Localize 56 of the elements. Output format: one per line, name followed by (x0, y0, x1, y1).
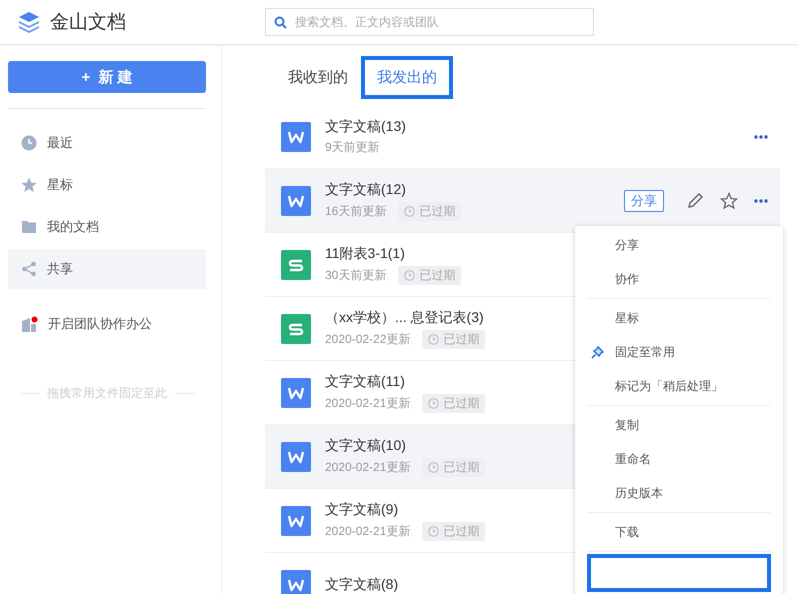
update-time: 9天前更新 (325, 138, 380, 156)
expired-tag: 已过期 (422, 458, 486, 476)
clock-icon (21, 135, 37, 151)
new-button[interactable]: + 新 建 (8, 61, 206, 93)
tab[interactable]: 我发出的 (361, 56, 453, 98)
share-button[interactable]: 分享 (624, 190, 664, 212)
clock-icon (428, 398, 440, 408)
clock-icon (404, 270, 416, 280)
star-icon (21, 177, 37, 193)
update-time: 2020-02-21更新 (325, 458, 410, 476)
document-w-icon (281, 506, 311, 536)
more-icon[interactable] (754, 198, 768, 202)
menu-item[interactable]: 重命名 (587, 442, 771, 476)
clock-icon (428, 462, 440, 472)
document-w-icon (281, 378, 311, 408)
stacked-layers-icon (18, 11, 40, 33)
clock-icon (428, 526, 440, 536)
document-w-icon (281, 442, 311, 472)
clock-icon (428, 334, 440, 344)
file-name[interactable]: 文字文稿(13) (325, 118, 740, 136)
sidebar-item[interactable]: 星标 (8, 165, 206, 205)
share-icon (21, 261, 37, 277)
pencil-icon[interactable] (686, 192, 704, 210)
update-time: 2020-02-22更新 (325, 330, 410, 348)
star-icon[interactable] (720, 192, 738, 210)
sidebar-item[interactable]: 共享 (8, 249, 206, 289)
document-w-icon (281, 186, 311, 216)
sidebar-item[interactable]: 最近 (8, 123, 206, 163)
search-icon (274, 16, 287, 28)
menu-item[interactable]: 星标 (587, 301, 771, 335)
document-w-icon (281, 122, 311, 152)
expired-tag: 已过期 (422, 394, 486, 412)
menu-item[interactable]: 下载 (587, 515, 771, 549)
update-time: 30天前更新 (325, 266, 386, 284)
sidebar-item[interactable]: 我的文档 (8, 207, 206, 247)
app-title: 金山文档 (50, 11, 126, 35)
spreadsheet-s-icon (281, 314, 311, 344)
update-time: 2020-02-21更新 (325, 394, 410, 412)
team-link[interactable]: 开启团队协作办公 (8, 315, 205, 333)
menu-item[interactable]: 标记为「稍后处理」 (587, 369, 771, 403)
expired-tag: 已过期 (398, 266, 462, 284)
update-time: 16天前更新 (325, 202, 386, 220)
expired-tag: 已过期 (398, 202, 462, 220)
folder-icon (21, 219, 37, 235)
more-icon[interactable] (754, 134, 768, 138)
clock-icon (404, 206, 416, 216)
expired-tag: 已过期 (422, 522, 486, 540)
expired-tag: 已过期 (422, 330, 486, 348)
update-time: 2020-02-21更新 (325, 522, 410, 540)
spreadsheet-s-icon (281, 250, 311, 280)
search-field[interactable]: 搜索文档、正文内容或团队 (265, 8, 594, 36)
document-w-icon (281, 570, 311, 594)
tab[interactable]: 我收到的 (279, 56, 357, 98)
file-row[interactable]: 文字文稿(12) 16天前更新 已过期 分享 (265, 169, 780, 233)
menu-item[interactable]: 协作 (587, 262, 771, 296)
file-name[interactable]: 文字文稿(12) (325, 180, 610, 198)
